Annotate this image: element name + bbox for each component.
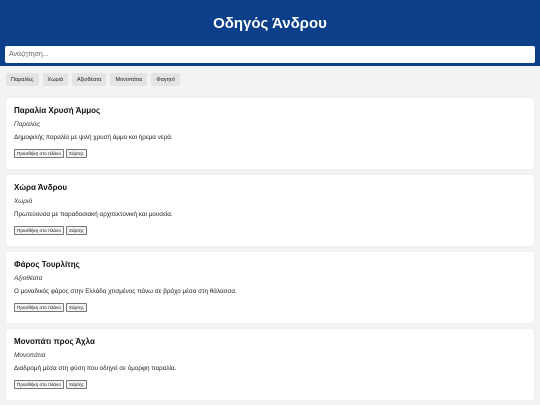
- place-actions: Προσθήκη στο πλάνο Χάρτης: [14, 226, 526, 235]
- place-category: Χωριά: [14, 198, 33, 205]
- filter-button-trails[interactable]: Μονοπάτια: [110, 73, 148, 86]
- add-to-plan-button[interactable]: Προσθήκη στο πλάνο: [14, 149, 64, 158]
- app-header: Οδηγός Άνδρου: [0, 0, 540, 66]
- map-button[interactable]: Χάρτης: [65, 149, 87, 158]
- add-to-plan-button[interactable]: Προσθήκη στο πλάνο: [14, 380, 64, 389]
- add-to-plan-button[interactable]: Προσθήκη στο πλάνο: [14, 226, 64, 235]
- place-category: Αξιοθέατα: [14, 275, 43, 282]
- place-actions: Προσθήκη στο πλάνο Χάρτης: [14, 380, 526, 389]
- place-title: Παραλία Χρυσή Άμμος: [14, 106, 101, 115]
- search-input[interactable]: [5, 46, 535, 63]
- place-title: Μονοπάτι προς Άχλα: [14, 337, 95, 346]
- places-list: Παραλία Χρυσή Άμμος Παραλίες Δημοφιλής π…: [6, 98, 534, 405]
- map-button[interactable]: Χάρτης: [65, 380, 87, 389]
- filter-button-beaches[interactable]: Παραλίες: [6, 73, 39, 86]
- place-card: Φάρος Τουρλίτης Αξιοθέατα Ο μοναδικός φά…: [6, 252, 534, 323]
- category-filters: Παραλίες Χωριά Αξιοθέατα Μονοπάτια Φαγητ…: [0, 73, 540, 86]
- add-to-plan-button[interactable]: Προσθήκη στο πλάνο: [14, 303, 64, 312]
- filter-button-food[interactable]: Φαγητό: [151, 73, 180, 86]
- place-card: Μονοπάτι προς Άχλα Μονοπάτια Διαδρομή μέ…: [6, 329, 534, 400]
- search-bar: [5, 43, 535, 63]
- page-title: Οδηγός Άνδρου: [213, 15, 327, 32]
- map-button[interactable]: Χάρτης: [65, 226, 87, 235]
- place-description: Διαδρομή μέσα στη φύση που οδηγεί σε όμο…: [14, 365, 177, 372]
- filter-button-sights[interactable]: Αξιοθέατα: [72, 73, 107, 86]
- place-title: Φάρος Τουρλίτης: [14, 260, 80, 269]
- place-card: Χώρα Άνδρου Χωριά Πρωτεύουσα με παραδοσι…: [6, 175, 534, 246]
- place-actions: Προσθήκη στο πλάνο Χάρτης: [14, 149, 526, 158]
- place-description: Ο μοναδικός φάρος στην Ελλάδα χτισμένος …: [14, 288, 237, 295]
- place-actions: Προσθήκη στο πλάνο Χάρτης: [14, 303, 526, 312]
- place-card: Παραλία Χρυσή Άμμος Παραλίες Δημοφιλής π…: [6, 98, 534, 169]
- place-category: Μονοπάτια: [14, 352, 46, 359]
- place-description: Πρωτεύουσα με παραδοσιακή αρχιτεκτονική …: [14, 211, 173, 218]
- place-title: Χώρα Άνδρου: [14, 183, 68, 192]
- place-category: Παραλίες: [14, 121, 41, 128]
- map-button[interactable]: Χάρτης: [65, 303, 87, 312]
- filter-button-villages[interactable]: Χωριά: [42, 73, 69, 86]
- place-description: Δημοφιλής παραλία με ψιλή χρυσή άμμο και…: [14, 134, 173, 141]
